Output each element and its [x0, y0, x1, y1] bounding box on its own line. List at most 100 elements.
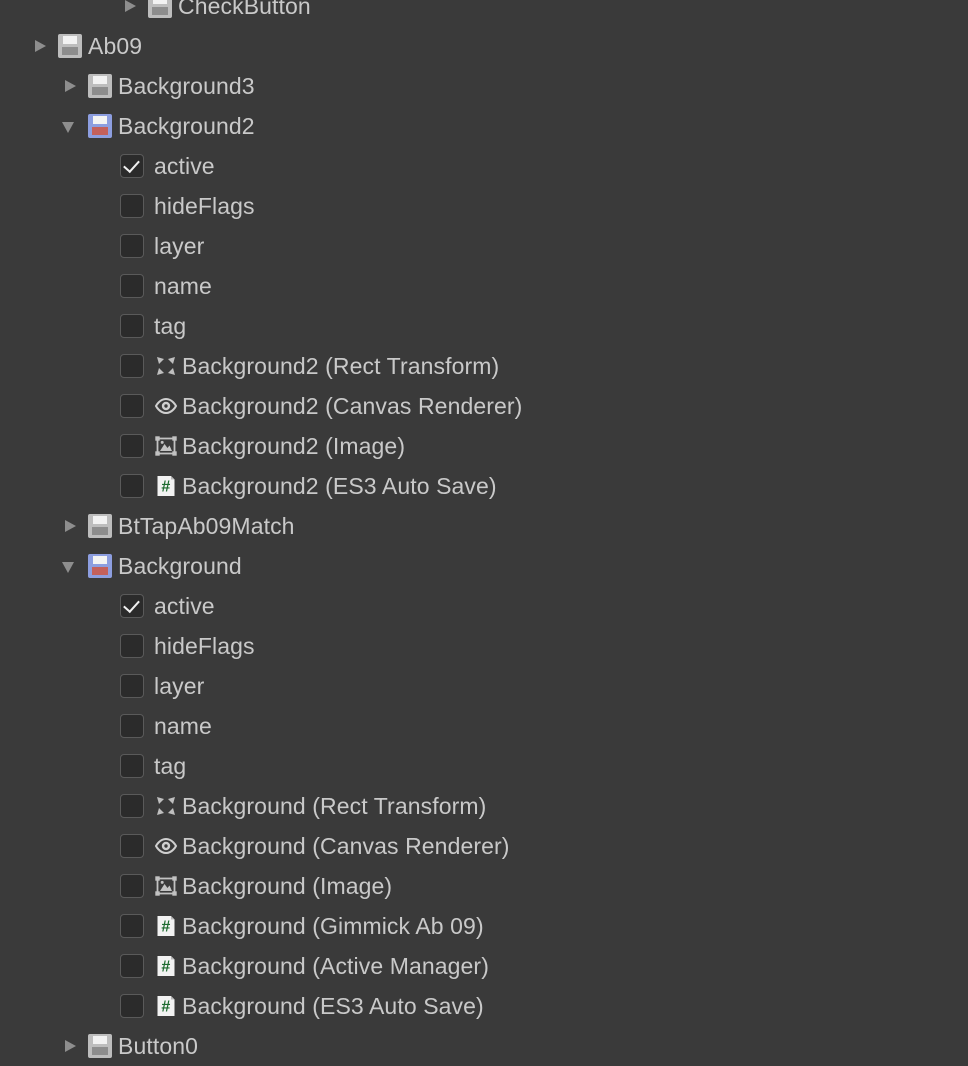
checkbox-unchecked[interactable] [120, 914, 144, 938]
hierarchy-property-row[interactable]: name [0, 706, 968, 746]
checkbox-unchecked[interactable] [120, 874, 144, 898]
component-label: Background2 (ES3 Auto Save) [182, 473, 497, 499]
svg-text:#: # [161, 999, 170, 1016]
checkbox-unchecked[interactable] [120, 274, 144, 298]
component-label: Background2 (Image) [182, 433, 406, 459]
hierarchy-property-row[interactable]: tag [0, 306, 968, 346]
chevron-right-icon[interactable] [60, 506, 82, 546]
rect-transform-icon [154, 794, 178, 818]
gameobject-label: Button0 [118, 1033, 198, 1059]
prefab-save-icon-grey [148, 0, 172, 18]
checkbox-unchecked[interactable] [120, 434, 144, 458]
property-label: hideFlags [154, 633, 255, 659]
hierarchy-gameobject-row[interactable]: Button0 [0, 1026, 968, 1066]
gameobject-label: Background3 [118, 73, 255, 99]
property-label: layer [154, 233, 205, 259]
rect-transform-icon [154, 354, 178, 378]
hierarchy-property-row[interactable]: active [0, 586, 968, 626]
component-label: Background (Rect Transform) [182, 793, 487, 819]
chevron-right-icon[interactable] [60, 66, 82, 106]
gameobject-label: CheckButton [178, 0, 311, 19]
hierarchy-component-row[interactable]: Background2 (Canvas Renderer) [0, 386, 968, 426]
prefab-save-icon-blue [88, 554, 112, 578]
svg-text:#: # [161, 919, 170, 936]
checkbox-unchecked[interactable] [120, 634, 144, 658]
hierarchy-component-row[interactable]: Background (Rect Transform) [0, 786, 968, 826]
component-label: Background (Gimmick Ab 09) [182, 913, 484, 939]
hierarchy-component-row[interactable]: Background (Image) [0, 866, 968, 906]
property-label: hideFlags [154, 193, 255, 219]
csharp-script-icon: # [154, 914, 178, 938]
component-label: Background (Image) [182, 873, 393, 899]
checkbox-unchecked[interactable] [120, 394, 144, 418]
csharp-script-icon: # [154, 954, 178, 978]
canvas-renderer-eye-icon [154, 834, 178, 858]
prefab-save-icon-grey [88, 1034, 112, 1058]
checkbox-checked[interactable] [120, 154, 144, 178]
image-component-icon [154, 434, 178, 458]
hierarchy-component-row[interactable]: # Background (ES3 Auto Save) [0, 986, 968, 1026]
checkbox-unchecked[interactable] [120, 754, 144, 778]
chevron-right-icon[interactable] [30, 26, 52, 66]
property-label: tag [154, 753, 187, 779]
hierarchy-property-row[interactable]: active [0, 146, 968, 186]
checkbox-unchecked[interactable] [120, 354, 144, 378]
hierarchy-gameobject-row[interactable]: BtTapAb09Match [0, 506, 968, 546]
hierarchy-tree[interactable]: CheckButton Ab09 Background3 Background2 act… [0, 0, 968, 1066]
hierarchy-gameobject-row[interactable]: Ab09 [0, 26, 968, 66]
prefab-save-icon-grey [58, 34, 82, 58]
hierarchy-property-row[interactable]: layer [0, 226, 968, 266]
checkbox-unchecked[interactable] [120, 954, 144, 978]
hierarchy-property-row[interactable]: layer [0, 666, 968, 706]
hierarchy-component-row[interactable]: # Background (Gimmick Ab 09) [0, 906, 968, 946]
hierarchy-gameobject-row[interactable]: Background3 [0, 66, 968, 106]
component-label: Background2 (Rect Transform) [182, 353, 500, 379]
component-label: Background2 (Canvas Renderer) [182, 393, 523, 419]
checkbox-unchecked[interactable] [120, 794, 144, 818]
checkbox-unchecked[interactable] [120, 714, 144, 738]
csharp-script-icon: # [154, 994, 178, 1018]
prefab-save-icon-grey [88, 74, 112, 98]
property-label: name [154, 713, 212, 739]
property-label: name [154, 273, 212, 299]
gameobject-label: Background2 [118, 113, 255, 139]
hierarchy-component-row[interactable]: # Background (Active Manager) [0, 946, 968, 986]
chevron-down-icon[interactable] [60, 106, 82, 146]
component-label: Background (Canvas Renderer) [182, 833, 510, 859]
hierarchy-gameobject-row[interactable]: Background [0, 546, 968, 586]
chevron-right-icon[interactable] [60, 1026, 82, 1066]
gameobject-label: Ab09 [88, 33, 143, 59]
hierarchy-component-row[interactable]: # Background2 (ES3 Auto Save) [0, 466, 968, 506]
property-label: active [154, 593, 215, 619]
canvas-renderer-eye-icon [154, 394, 178, 418]
svg-text:#: # [161, 479, 170, 496]
hierarchy-property-row[interactable]: hideFlags [0, 626, 968, 666]
checkbox-unchecked[interactable] [120, 234, 144, 258]
hierarchy-gameobject-row[interactable]: Background2 [0, 106, 968, 146]
checkbox-unchecked[interactable] [120, 474, 144, 498]
checkbox-checked[interactable] [120, 594, 144, 618]
checkbox-unchecked[interactable] [120, 194, 144, 218]
svg-text:#: # [161, 959, 170, 976]
gameobject-label: BtTapAb09Match [118, 513, 295, 539]
prefab-save-icon-grey [88, 514, 112, 538]
gameobject-label: Background [118, 553, 242, 579]
checkbox-unchecked[interactable] [120, 314, 144, 338]
hierarchy-property-row[interactable]: name [0, 266, 968, 306]
chevron-right-icon[interactable] [120, 0, 142, 26]
component-label: Background (ES3 Auto Save) [182, 993, 484, 1019]
hierarchy-gameobject-row[interactable]: CheckButton [0, 0, 968, 26]
checkbox-unchecked[interactable] [120, 834, 144, 858]
chevron-down-icon[interactable] [60, 546, 82, 586]
checkbox-unchecked[interactable] [120, 994, 144, 1018]
property-label: active [154, 153, 215, 179]
hierarchy-property-row[interactable]: hideFlags [0, 186, 968, 226]
hierarchy-component-row[interactable]: Background (Canvas Renderer) [0, 826, 968, 866]
hierarchy-component-row[interactable]: Background2 (Rect Transform) [0, 346, 968, 386]
checkbox-unchecked[interactable] [120, 674, 144, 698]
hierarchy-property-row[interactable]: tag [0, 746, 968, 786]
prefab-save-icon-blue [88, 114, 112, 138]
hierarchy-component-row[interactable]: Background2 (Image) [0, 426, 968, 466]
image-component-icon [154, 874, 178, 898]
component-label: Background (Active Manager) [182, 953, 489, 979]
